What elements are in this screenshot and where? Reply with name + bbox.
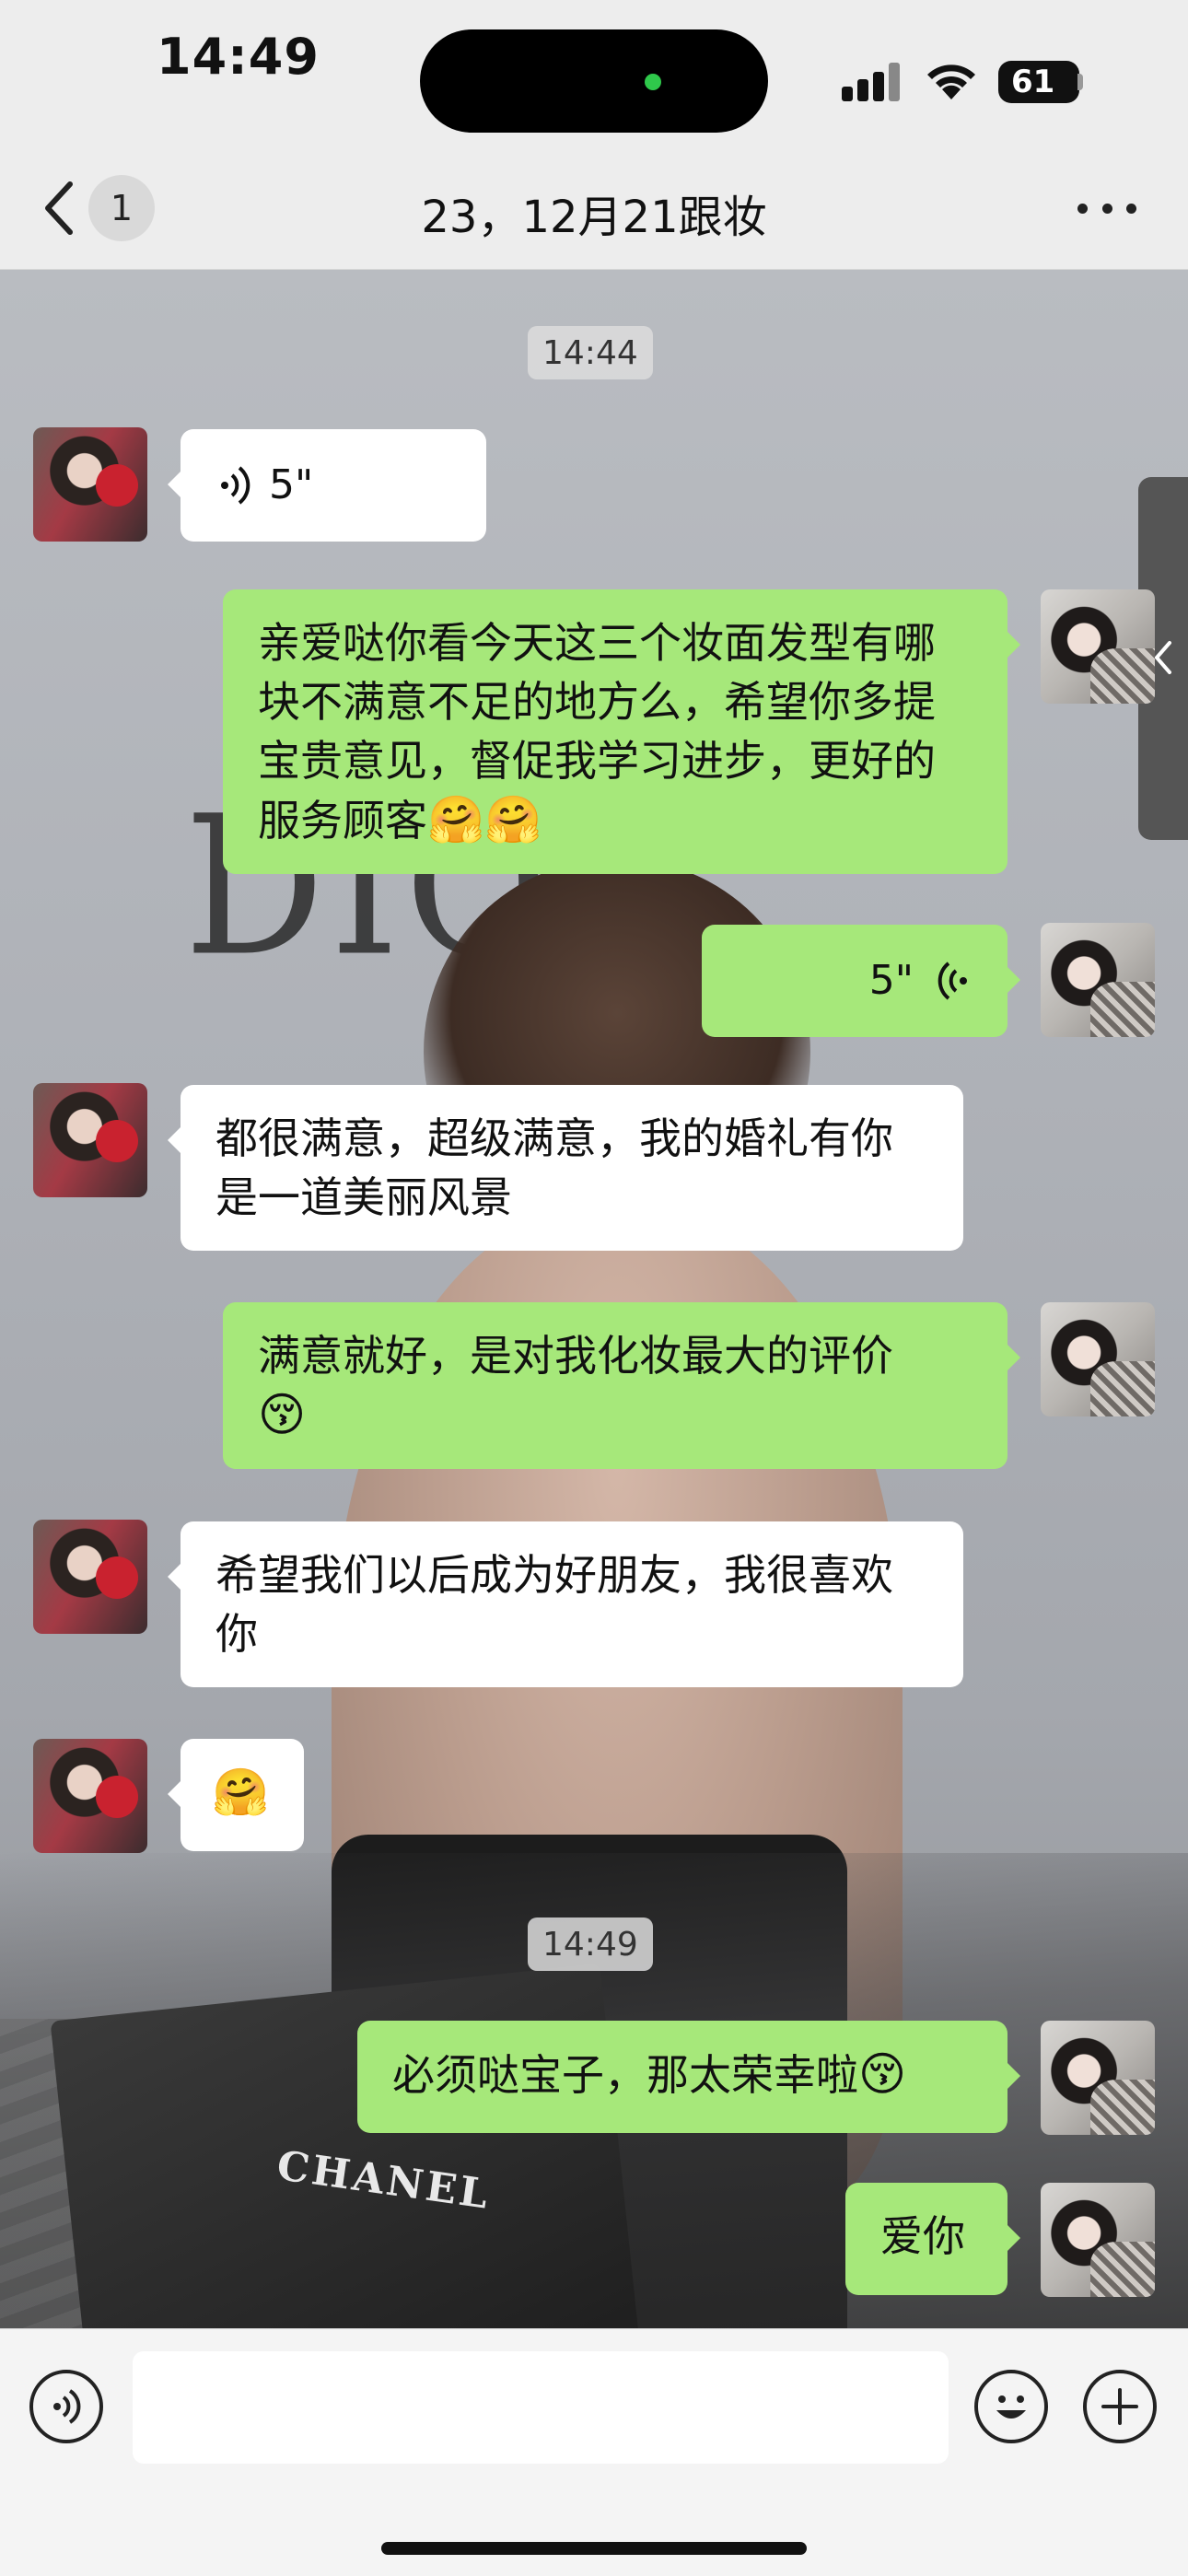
dynamic-island xyxy=(420,29,768,133)
emoji-icon[interactable] xyxy=(974,2370,1048,2443)
message-text: 都很满意，超级满意，我的婚礼有你是一道美丽风景 xyxy=(215,1113,893,1222)
voice-message-bubble[interactable]: 5" xyxy=(168,429,486,542)
voice-wave-icon xyxy=(938,962,967,1000)
message-timestamp: 14:49 xyxy=(528,1917,653,1971)
chat-header: 1 23，12月21跟妆 xyxy=(0,147,1188,270)
voice-wave-glyph xyxy=(53,2389,81,2424)
voice-input-icon[interactable] xyxy=(29,2370,103,2443)
kiss-emoji: 😚 xyxy=(258,1388,307,1441)
message-input[interactable] xyxy=(133,2351,949,2464)
status-time: 14:49 xyxy=(157,28,320,86)
more-icon[interactable] xyxy=(1077,192,1136,225)
message-timestamp: 14:44 xyxy=(528,326,653,379)
message-bubble[interactable]: 必须哒宝子，那太荣幸啦😚 xyxy=(357,2021,1020,2133)
contact-avatar[interactable] xyxy=(33,1520,147,1634)
battery-icon: 61 xyxy=(998,61,1079,103)
contact-avatar[interactable] xyxy=(33,1083,147,1197)
message-text: 亲爱哒你看今天这三个妆面发型有哪块不满意不足的地方么，希望你多提宝贵意见，督促我… xyxy=(258,618,936,845)
kiss-emoji: 😚 xyxy=(858,2047,907,2101)
hug-emoji: 🤗 xyxy=(427,793,485,846)
chat-title: 23，12月21跟妆 xyxy=(421,192,767,243)
message-text: 希望我们以后成为好朋友，我很喜欢你 xyxy=(215,1550,893,1659)
message-bubble[interactable]: 爱你 xyxy=(845,2183,1020,2295)
plus-icon[interactable] xyxy=(1083,2370,1157,2443)
smiley-glyph xyxy=(996,2395,1026,2419)
self-avatar[interactable] xyxy=(1041,1302,1155,1416)
camera-dot xyxy=(645,74,661,90)
cellular-signal-icon xyxy=(842,63,901,101)
wifi-icon xyxy=(927,64,975,99)
hug-emoji: 🤗 xyxy=(484,793,542,846)
self-avatar[interactable] xyxy=(1041,923,1155,1037)
message-text: 满意就好，是对我化妆最大的评价 xyxy=(258,1331,893,1381)
contact-avatar[interactable] xyxy=(33,1739,147,1853)
voice-duration: 5" xyxy=(868,957,914,1004)
message-bubble[interactable]: 亲爱哒你看今天这三个妆面发型有哪块不满意不足的地方么，希望你多提宝贵意见，督促我… xyxy=(223,589,1020,874)
contact-avatar[interactable] xyxy=(33,427,147,542)
message-text: 必须哒宝子，那太荣幸啦 xyxy=(392,2050,858,2100)
home-indicator[interactable] xyxy=(381,2542,807,2555)
message-bubble[interactable]: 希望我们以后成为好朋友，我很喜欢你 xyxy=(168,1521,963,1687)
input-bar xyxy=(0,2328,1188,2576)
emoji-message-bubble[interactable]: 🤗 xyxy=(168,1739,304,1851)
self-avatar[interactable] xyxy=(1041,2183,1155,2297)
message-text: 爱你 xyxy=(880,2211,965,2261)
background-bag xyxy=(50,1964,650,2328)
message-bubble[interactable]: 都很满意，超级满意，我的婚礼有你是一道美丽风景 xyxy=(168,1085,963,1251)
message-bubble[interactable]: 满意就好，是对我化妆最大的评价 😚 xyxy=(223,1302,1020,1469)
self-avatar[interactable] xyxy=(1041,589,1155,704)
plus-glyph xyxy=(1101,2388,1138,2425)
chat-background: DIOR CHANEL xyxy=(0,269,1188,2328)
hug-emoji: 🤗 xyxy=(212,1766,270,1819)
self-avatar[interactable] xyxy=(1041,2021,1155,2135)
status-bar: 14:49 61 xyxy=(0,0,1188,147)
voice-duration: 5" xyxy=(269,461,314,508)
battery-level: 61 xyxy=(1011,64,1055,100)
battery-cap xyxy=(1077,74,1083,90)
voice-message-bubble[interactable]: 5" xyxy=(702,925,1020,1037)
voice-wave-icon xyxy=(221,466,250,505)
